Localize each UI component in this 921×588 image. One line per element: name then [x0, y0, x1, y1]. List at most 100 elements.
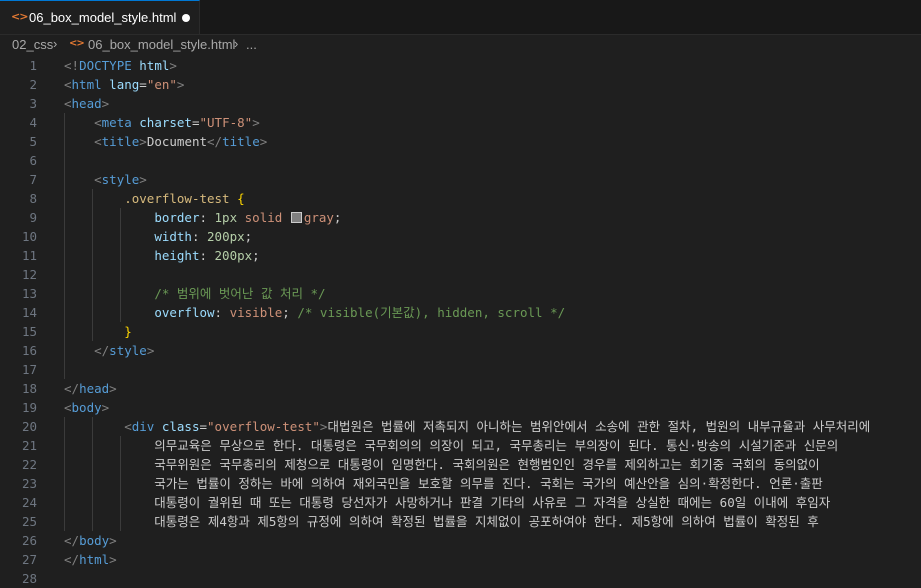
code-token: gray [303, 210, 334, 225]
tab-06-box-model-style[interactable]: <> 06_box_model_style.html [0, 0, 200, 34]
code-token: 대통령이 궐위된 때 또는 대통령 당선자가 사망하거나 판결 기타의 사유로 … [64, 495, 831, 510]
code-token: div [131, 419, 155, 434]
line-number: 21 [21, 438, 37, 453]
code-token: class [154, 419, 200, 434]
code-line[interactable]: 2 <html lang="en"> [0, 75, 921, 94]
code-text: <head> [64, 94, 109, 113]
code-line[interactable]: 7 <style> [0, 170, 921, 189]
code-token: : [199, 248, 215, 263]
code-line[interactable]: 14 overflow: visible; /* visible(기본값), h… [0, 303, 921, 322]
line-number: 13 [21, 286, 37, 301]
line-number: 7 [29, 172, 37, 187]
code-token: title [101, 134, 140, 149]
code-token: </ [94, 343, 110, 358]
breadcrumb: 02_css › <> 06_box_model_style.html › ..… [0, 35, 921, 57]
code-line[interactable]: 10 width: 200px; [0, 227, 921, 246]
code-token: width [154, 229, 192, 244]
code-line[interactable]: 15 } [0, 322, 921, 341]
line-number: 10 [21, 229, 37, 244]
code-token: < [64, 77, 72, 92]
code-token: Document [146, 134, 208, 149]
code-token: </ [64, 552, 80, 567]
line-number: 20 [21, 419, 37, 434]
code-token: ; [333, 210, 342, 225]
code-line[interactable]: 17 [0, 360, 921, 379]
code-token: = [191, 115, 200, 130]
code-text: 국가는 법률이 정하는 바에 의하여 재외국민을 보호할 의무를 진다. 국회는… [64, 474, 823, 493]
code-line[interactable]: 13 /* 범위에 벗어난 값 처리 */ [0, 284, 921, 303]
breadcrumb-folder[interactable]: 02_css [12, 37, 53, 52]
code-token: 국무위원은 국무총리의 제청으로 대통령이 임명한다. 국회의원은 현행범인인 … [64, 457, 820, 472]
line-number: 14 [21, 305, 37, 320]
code-text: border: 1px solid gray; [64, 208, 341, 227]
code-token: title [222, 134, 260, 149]
code-line[interactable]: 18 </head> [0, 379, 921, 398]
code-token: > [252, 115, 260, 130]
code-token: 국가는 법률이 정하는 바에 의하여 재외국민을 보호할 의무를 진다. 국회는… [64, 476, 823, 491]
code-line[interactable]: 3 <head> [0, 94, 921, 113]
breadcrumb-file[interactable]: 06_box_model_style.html [88, 37, 235, 52]
code-token: solid [244, 210, 283, 225]
code-line[interactable]: 6 [0, 151, 921, 170]
code-text: <title>Document</title> [64, 132, 267, 151]
code-token: body [71, 400, 102, 415]
code-token: </ [207, 134, 223, 149]
code-text: height: 200px; [64, 246, 259, 265]
code-token: DOCTYPE [79, 58, 132, 73]
line-number: 4 [29, 115, 37, 130]
code-token: 대법원은 법률에 저촉되지 아니하는 범위안에서 소송에 관한 절차, 법원의 … [327, 419, 871, 434]
code-text: <meta charset="UTF-8"> [64, 113, 260, 132]
line-number: 8 [29, 191, 37, 206]
code-line[interactable]: 1 <!DOCTYPE html> [0, 56, 921, 75]
code-text: </html> [64, 550, 117, 569]
code-line[interactable]: 27 </html> [0, 550, 921, 569]
code-line[interactable]: 26 </body> [0, 531, 921, 550]
code-text: <html lang="en"> [64, 75, 184, 94]
code-line[interactable]: 24 대통령이 궐위된 때 또는 대통령 당선자가 사망하거나 판결 기타의 사… [0, 493, 921, 512]
code-token: < [94, 134, 102, 149]
line-number: 25 [21, 514, 37, 529]
code-line[interactable]: 8 .overflow-test { [0, 189, 921, 208]
color-swatch-icon[interactable] [290, 212, 302, 223]
line-number: 6 [29, 153, 37, 168]
code-token: < [64, 400, 72, 415]
code-line[interactable]: 23 국가는 법률이 정하는 바에 의하여 재외국민을 보호할 의무를 진다. … [0, 474, 921, 493]
code-line[interactable]: 21 의무교육은 무상으로 한다. 대통령은 국무회의의 의장이 되고, 국무총… [0, 436, 921, 455]
code-line[interactable]: 4 <meta charset="UTF-8"> [0, 113, 921, 132]
line-number: 24 [21, 495, 37, 510]
code-line[interactable]: 22 국무위원은 국무총리의 제청으로 대통령이 임명한다. 국회의원은 현행범… [0, 455, 921, 474]
code-token: ; [282, 305, 298, 320]
code-line[interactable]: 16 </style> [0, 341, 921, 360]
code-editor[interactable]: 1 <!DOCTYPE html> 2 <html lang="en"> 3 <head>… [0, 56, 921, 588]
code-line[interactable]: 28 [0, 569, 921, 588]
code-line[interactable]: 25 대통령은 제4항과 제5항의 규정에 의하여 확정된 법률을 지체없이 공… [0, 512, 921, 531]
breadcrumb-more[interactable]: ... [246, 37, 257, 52]
code-line[interactable]: 20 <div class="overflow-test">대법원은 법률에 저… [0, 417, 921, 436]
code-line[interactable]: 5 <title>Document</title> [0, 132, 921, 151]
unsaved-dot-icon[interactable] [182, 14, 190, 22]
code-line[interactable]: 19 <body> [0, 398, 921, 417]
line-number: 26 [21, 533, 37, 548]
line-number: 16 [21, 343, 37, 358]
code-line[interactable]: 12 [0, 265, 921, 284]
code-token: > [109, 533, 117, 548]
code-token: : [214, 305, 230, 320]
code-line[interactable]: 11 height: 200px; [0, 246, 921, 265]
code-text: </head> [64, 379, 117, 398]
code-token: charset [131, 115, 192, 130]
code-text: 국무위원은 국무총리의 제청으로 대통령이 임명한다. 국회의원은 현행범인인 … [64, 455, 820, 474]
code-token: > [259, 134, 268, 149]
code-text: </body> [64, 531, 117, 550]
code-token: = [139, 77, 147, 92]
code-text: /* 범위에 벗어난 값 처리 */ [64, 284, 325, 303]
tab-bar: <> 06_box_model_style.html [0, 0, 921, 35]
code-line[interactable]: 9 border: 1px solid gray; [0, 208, 921, 227]
line-number: 18 [21, 381, 37, 396]
